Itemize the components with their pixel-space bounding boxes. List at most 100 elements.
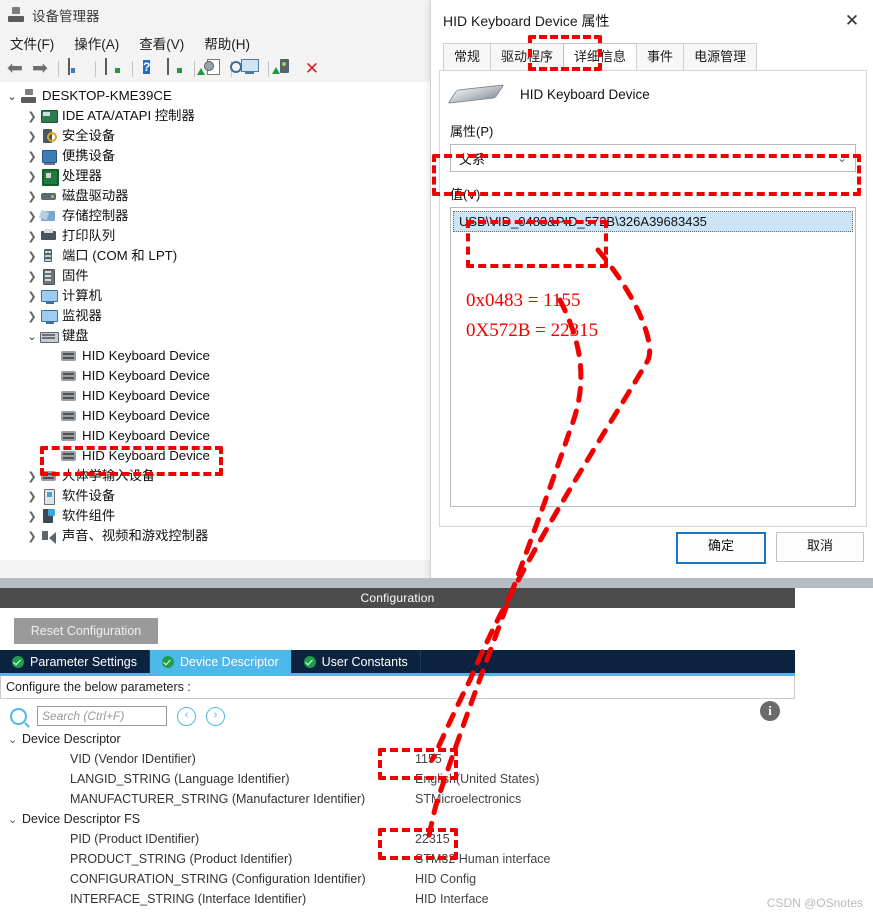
- scan-hardware-changes-icon[interactable]: [230, 59, 260, 79]
- tree-item[interactable]: HID Keyboard Device: [0, 366, 440, 386]
- cancel-button[interactable]: 取消: [776, 532, 864, 562]
- tab-general[interactable]: 常规: [443, 43, 492, 70]
- tree-item[interactable]: ❯ 磁盘驱动器: [0, 186, 440, 206]
- chevron-right-icon[interactable]: ❯: [24, 110, 40, 123]
- chevron-right-icon[interactable]: ❯: [24, 470, 40, 483]
- tree-item[interactable]: ❯ 软件组件: [0, 506, 440, 526]
- tree-item[interactable]: HID Keyboard Device: [0, 406, 440, 426]
- value-list-item[interactable]: USB\VID_0483&PID_572B\326A39683435: [453, 211, 853, 232]
- tab-driver[interactable]: 驱动程序: [490, 43, 565, 70]
- tree-item[interactable]: HID Keyboard Device: [0, 386, 440, 406]
- parameter-row[interactable]: PRODUCT_STRING (Product Identifier) STM32…: [0, 849, 873, 869]
- tree-item[interactable]: ❯ 计算机: [0, 286, 440, 306]
- enable-device-icon[interactable]: [272, 59, 297, 79]
- parameter-list[interactable]: ⌄ Device Descriptor VID (Vendor IDentifier…: [0, 729, 873, 909]
- tab-details[interactable]: 详细信息: [563, 43, 638, 70]
- parameter-row[interactable]: INTERFACE_STRING (Interface Identifier) H…: [0, 889, 873, 909]
- tree-item[interactable]: ⌄ DESKTOP-KME39CE: [0, 86, 440, 106]
- search-input[interactable]: Search (Ctrl+F): [37, 706, 167, 726]
- chevron-down-icon[interactable]: ⌄: [24, 330, 40, 343]
- property-field-label: 属性(P): [450, 124, 494, 139]
- back-arrow-icon[interactable]: ⬅: [5, 59, 25, 79]
- parameter-row[interactable]: CONFIGURATION_STRING (Configuration Iden…: [0, 869, 873, 889]
- tree-item-label: 端口 (COM 和 LPT): [62, 248, 178, 263]
- tree-item[interactable]: ❯ 监视器: [0, 306, 440, 326]
- info-icon[interactable]: i: [760, 701, 780, 721]
- tab-power-management[interactable]: 电源管理: [683, 43, 758, 70]
- tree-item[interactable]: ❯ 端口 (COM 和 LPT): [0, 246, 440, 266]
- ok-button[interactable]: 确定: [676, 532, 766, 564]
- device-tree[interactable]: ⌄ DESKTOP-KME39CE ❯ IDE ATA/ATAPI 控制器 ❯ 安全设备 ❯…: [0, 82, 440, 560]
- computer-icon: [20, 88, 38, 104]
- tree-item[interactable]: HID Keyboard Device: [0, 346, 440, 366]
- menu-action[interactable]: 操作(A): [74, 33, 119, 53]
- chevron-right-icon[interactable]: ❯: [24, 210, 40, 223]
- tree-item[interactable]: HID Keyboard Device: [0, 426, 440, 446]
- reset-row: Reset Configuration: [0, 608, 873, 650]
- tab-user-constants[interactable]: User Constants: [291, 650, 421, 673]
- chevron-right-icon[interactable]: ❯: [24, 530, 40, 543]
- close-icon[interactable]: ✕: [830, 0, 873, 42]
- search-next-button[interactable]: ›: [206, 706, 225, 726]
- chevron-right-icon[interactable]: ❯: [24, 290, 40, 303]
- parameter-value[interactable]: English(United States): [415, 769, 539, 789]
- chevron-right-icon[interactable]: ❯: [24, 170, 40, 183]
- parameter-value[interactable]: HID Config: [415, 869, 476, 889]
- parameter-row[interactable]: VID (Vendor IDentifier) 1155: [0, 749, 873, 769]
- chevron-right-icon[interactable]: ❯: [24, 150, 40, 163]
- chevron-right-icon[interactable]: ❯: [24, 490, 40, 503]
- parameter-value[interactable]: STMicroelectronics: [415, 789, 521, 809]
- menu-view[interactable]: 查看(V): [139, 33, 184, 53]
- parameter-row[interactable]: PID (Product IDentifier) 22315: [0, 829, 873, 849]
- tab-parameter-settings[interactable]: Parameter Settings: [0, 650, 150, 673]
- parameter-group-header[interactable]: ⌄ Device Descriptor FS: [0, 809, 873, 829]
- tab-events[interactable]: 事件: [636, 43, 685, 70]
- forward-arrow-icon[interactable]: ➡: [30, 59, 50, 79]
- parameter-value[interactable]: HID Interface: [415, 889, 489, 909]
- reset-configuration-button[interactable]: Reset Configuration: [14, 618, 158, 644]
- chevron-right-icon[interactable]: ❯: [24, 270, 40, 283]
- search-prev-button[interactable]: ‹: [177, 706, 196, 726]
- parameter-row[interactable]: LANGID_STRING (Language Identifier) Engli…: [0, 769, 873, 789]
- chevron-right-icon[interactable]: ❯: [24, 310, 40, 323]
- tree-item[interactable]: ❯ IDE ATA/ATAPI 控制器: [0, 106, 440, 126]
- chevron-right-icon[interactable]: ❯: [24, 510, 40, 523]
- dialog-tabstrip[interactable]: 常规 驱动程序 详细信息 事件 电源管理: [431, 42, 873, 70]
- chevron-down-icon[interactable]: ⌄: [8, 733, 22, 746]
- menu-help[interactable]: 帮助(H): [204, 33, 250, 53]
- parameter-group-header[interactable]: ⌄ Device Descriptor: [0, 729, 873, 749]
- parameter-row[interactable]: MANUFACTURER_STRING (Manufacturer Identi…: [0, 789, 873, 809]
- show-hide-console-tree-icon[interactable]: [67, 58, 87, 79]
- tree-item[interactable]: HID Keyboard Device: [0, 446, 440, 466]
- help-icon[interactable]: ?: [141, 59, 161, 79]
- value-listbox[interactable]: USB\VID_0483&PID_572B\326A39683435: [450, 207, 856, 507]
- tree-item[interactable]: ❯ 人体学输入设备: [0, 466, 440, 486]
- tree-item[interactable]: ⌄ 键盘: [0, 326, 440, 346]
- chevron-right-icon[interactable]: ❯: [24, 130, 40, 143]
- uninstall-device-icon[interactable]: ✕: [302, 59, 322, 79]
- tree-item[interactable]: ❯ 固件: [0, 266, 440, 286]
- tree-item[interactable]: ❯ 处理器: [0, 166, 440, 186]
- chevron-right-icon[interactable]: ❯: [24, 190, 40, 203]
- chevron-down-icon[interactable]: ⌄: [4, 90, 20, 103]
- update-driver-icon[interactable]: [197, 59, 223, 79]
- tree-item[interactable]: ❯ 便携设备: [0, 146, 440, 166]
- chevron-right-icon[interactable]: ❯: [24, 230, 40, 243]
- parameter-value[interactable]: 22315: [415, 829, 450, 849]
- property-dropdown[interactable]: 父系 ⌄: [450, 144, 856, 172]
- properties-icon[interactable]: [104, 58, 124, 79]
- cubemx-tabstrip[interactable]: Parameter Settings Device Descriptor Use…: [0, 650, 795, 673]
- chevron-down-icon[interactable]: ⌄: [8, 813, 22, 826]
- tree-item[interactable]: ❯ 打印队列: [0, 226, 440, 246]
- tree-item[interactable]: ❯ 存储控制器: [0, 206, 440, 226]
- tree-item[interactable]: ❯ 声音、视频和游戏控制器: [0, 526, 440, 546]
- chevron-right-icon[interactable]: ❯: [24, 250, 40, 263]
- show-hide-action-pane-icon[interactable]: [166, 58, 186, 79]
- tree-item[interactable]: ❯ 安全设备: [0, 126, 440, 146]
- tree-item[interactable]: ❯ 软件设备: [0, 486, 440, 506]
- check-circle-icon: [12, 655, 24, 668]
- tab-device-descriptor[interactable]: Device Descriptor: [150, 650, 292, 673]
- menu-file[interactable]: 文件(F): [10, 33, 54, 53]
- parameter-value[interactable]: 1155: [415, 749, 442, 769]
- parameter-value[interactable]: STM32 Human interface: [415, 849, 550, 869]
